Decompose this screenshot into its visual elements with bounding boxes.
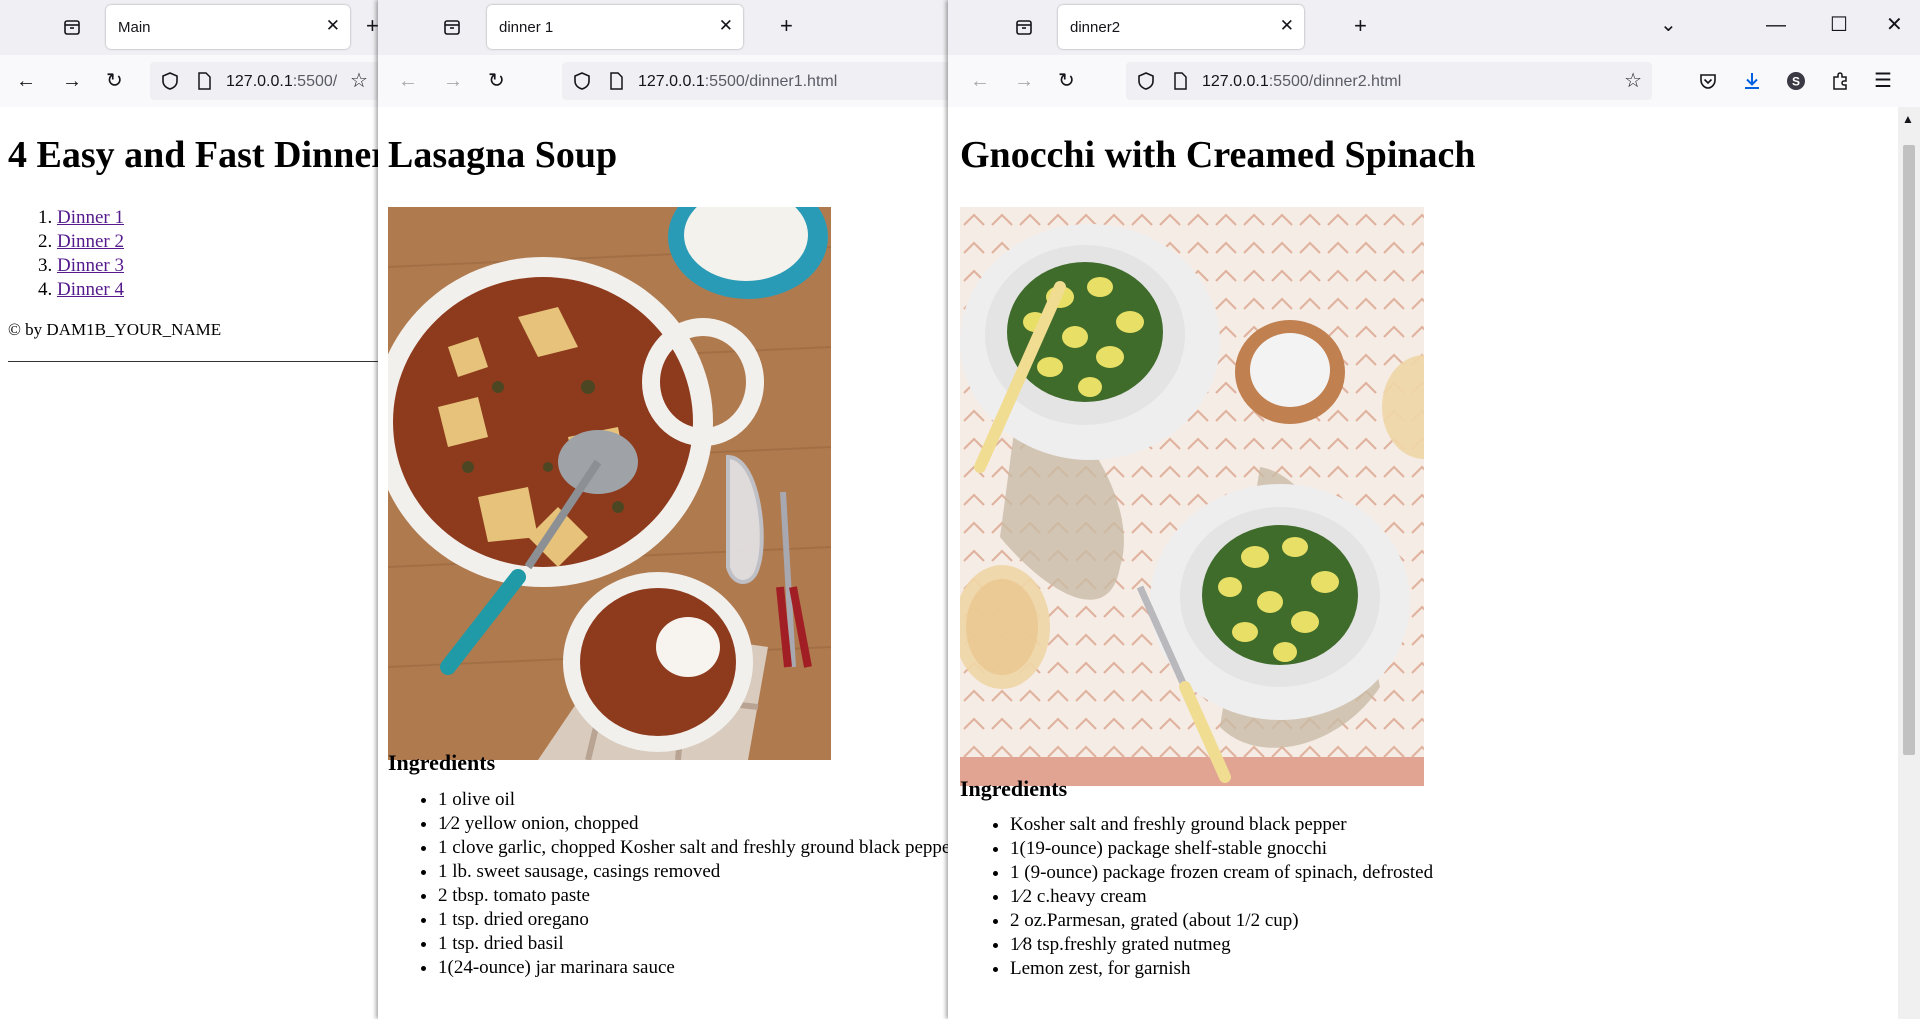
list-item: Dinner 4 <box>57 278 124 302</box>
navigation-toolbar: ← → ↻ 127.0.0.1:5500/ ☆ <box>0 55 380 108</box>
navigation-toolbar: ← → ↻ 127.0.0.1:5500/dinner2.html ☆ S ☰ <box>948 55 1920 108</box>
pocket-icon[interactable] <box>1698 71 1718 91</box>
tab-strip: dinner2 ✕ + ⌄ — ☐ ✕ <box>948 0 1920 55</box>
back-icon[interactable]: ← <box>398 71 418 91</box>
gnocchi-image <box>960 207 1424 786</box>
bookmark-star-icon[interactable]: ☆ <box>350 71 368 91</box>
lasagna-soup-image <box>388 207 831 760</box>
horizontal-rule <box>8 361 380 362</box>
close-tab-icon[interactable]: ✕ <box>326 16 340 36</box>
url-bar[interactable]: 127.0.0.1:5500/dinner1.html <box>562 62 950 100</box>
shield-icon[interactable] <box>160 71 180 91</box>
forward-icon[interactable]: → <box>62 71 82 91</box>
url-text: 127.0.0.1:5500/dinner2.html <box>1202 73 1402 90</box>
page-icon <box>606 71 626 91</box>
dinner-2-link[interactable]: Dinner 2 <box>57 231 124 252</box>
navigation-toolbar: ← → ↻ 127.0.0.1:5500/dinner1.html <box>378 55 950 108</box>
url-text: 127.0.0.1:5500/dinner1.html <box>638 73 838 90</box>
page-icon <box>1170 71 1190 91</box>
forward-icon[interactable]: → <box>443 71 463 91</box>
bookmark-star-icon[interactable]: ☆ <box>1624 71 1642 91</box>
shield-icon[interactable] <box>1136 71 1156 91</box>
reload-icon[interactable]: ↻ <box>1058 71 1075 91</box>
reload-icon[interactable]: ↻ <box>106 71 123 91</box>
list-item: 1 tsp. dried basil <box>438 932 950 956</box>
hamburger-menu-icon[interactable]: ☰ <box>1874 71 1892 91</box>
ingredients-list: 1 olive oil 1⁄2 yellow onion, chopped 1 … <box>398 788 950 980</box>
close-tab-icon[interactable]: ✕ <box>719 16 733 36</box>
footer-copyright: © by DAM1B_YOUR_NAME <box>8 320 222 339</box>
list-item: 1(24-ounce) jar marinara sauce <box>438 956 950 980</box>
url-bar[interactable]: 127.0.0.1:5500/dinner2.html ☆ <box>1126 62 1652 100</box>
new-tab-icon[interactable]: + <box>780 15 793 37</box>
back-icon[interactable]: ← <box>970 71 990 91</box>
tab-title: dinner2 <box>1070 19 1121 36</box>
page-title: Gnocchi with Creamed Spinach <box>960 134 1476 176</box>
scrollbar-thumb[interactable] <box>1903 145 1915 755</box>
tab-title: dinner 1 <box>499 19 554 36</box>
browser-window-dinner1: dinner 1 ✕ + ← → ↻ 127.0.0.1:5500/dinner… <box>378 0 950 1019</box>
svg-text:S: S <box>1792 75 1800 89</box>
tab-main[interactable]: Main ✕ <box>106 5 350 49</box>
list-item: 1 clove garlic, chopped Kosher salt and … <box>438 836 950 860</box>
list-item: 1⁄2 yellow onion, chopped <box>438 812 950 836</box>
dinner-link-list: Dinner 1 Dinner 2 Dinner 3 Dinner 4 <box>18 206 124 302</box>
tab-dinner2[interactable]: dinner2 ✕ <box>1058 5 1304 49</box>
ingredients-heading: Ingredients <box>960 776 1068 801</box>
list-item: 2 oz.Parmesan, grated (about 1/2 cup) <box>1010 909 1433 933</box>
ingredients-heading: Ingredients <box>388 750 496 775</box>
url-bar[interactable]: 127.0.0.1:5500/ <box>150 62 380 100</box>
forward-icon[interactable]: → <box>1014 71 1034 91</box>
reload-icon[interactable]: ↻ <box>488 71 505 91</box>
tab-strip: Main ✕ + <box>0 0 380 55</box>
extensions-icon[interactable] <box>1830 71 1850 91</box>
list-item: 1 lb. sweet sausage, casings removed <box>438 860 950 884</box>
page-title: 4 Easy and Fast Dinners <box>8 134 380 176</box>
url-text: 127.0.0.1:5500/ <box>226 73 338 90</box>
page-title: Lasagna Soup <box>388 134 618 176</box>
close-window-icon[interactable]: ✕ <box>1886 15 1903 35</box>
list-item: 1 olive oil <box>438 788 950 812</box>
maximize-icon[interactable]: ☐ <box>1830 15 1848 35</box>
firefox-view-icon[interactable] <box>1014 17 1034 37</box>
list-item: 1 (9-ounce) package frozen cream of spin… <box>1010 861 1433 885</box>
browser-window-dinner2: dinner2 ✕ + ⌄ — ☐ ✕ ← → ↻ 127.0.0.1:5500… <box>948 0 1920 1019</box>
ingredients-list: Kosher salt and freshly ground black pep… <box>970 813 1433 981</box>
minimize-icon[interactable]: — <box>1766 15 1786 35</box>
list-item: Lemon zest, for garnish <box>1010 957 1433 981</box>
close-tab-icon[interactable]: ✕ <box>1280 16 1294 36</box>
downloads-icon[interactable] <box>1742 71 1762 91</box>
account-avatar-icon[interactable]: S <box>1786 71 1806 91</box>
list-item: Dinner 3 <box>57 254 124 278</box>
list-item: 2 tbsp. tomato paste <box>438 884 950 908</box>
tab-title: Main <box>118 19 151 36</box>
list-item: Dinner 2 <box>57 230 124 254</box>
list-item: 1(19-ounce) package shelf-stable gnocchi <box>1010 837 1433 861</box>
new-tab-icon[interactable]: + <box>366 15 379 37</box>
page-content: 4 Easy and Fast Dinners Dinner 1 Dinner … <box>0 107 380 1019</box>
shield-icon[interactable] <box>572 71 592 91</box>
list-item: Kosher salt and freshly ground black pep… <box>1010 813 1433 837</box>
list-item: 1⁄8 tsp.freshly grated nutmeg <box>1010 933 1433 957</box>
list-item: 1⁄2 c.heavy cream <box>1010 885 1433 909</box>
dinner-1-link[interactable]: Dinner 1 <box>57 207 124 228</box>
dinner-4-link[interactable]: Dinner 4 <box>57 279 124 300</box>
firefox-view-icon[interactable] <box>62 17 82 37</box>
vertical-scrollbar[interactable]: ▲ <box>1898 107 1920 1019</box>
list-item: Dinner 1 <box>57 206 124 230</box>
new-tab-icon[interactable]: + <box>1354 15 1367 37</box>
firefox-view-icon[interactable] <box>442 17 462 37</box>
tab-strip: dinner 1 ✕ + <box>378 0 950 55</box>
list-item: 1 tsp. dried oregano <box>438 908 950 932</box>
scroll-up-arrow-icon[interactable]: ▲ <box>1902 109 1914 129</box>
dinner-3-link[interactable]: Dinner 3 <box>57 255 124 276</box>
page-content: Gnocchi with Creamed Spinach Ingredients… <box>948 107 1898 1019</box>
list-all-tabs-icon[interactable]: ⌄ <box>1660 15 1677 35</box>
page-content: Lasagna Soup Ingredients • 1 olive oil •… <box>378 107 950 1019</box>
back-icon[interactable]: ← <box>16 71 36 91</box>
tab-dinner-1[interactable]: dinner 1 ✕ <box>487 5 743 49</box>
browser-window-main: Main ✕ + ← → ↻ 127.0.0.1:5500/ ☆ 4 Easy … <box>0 0 380 1019</box>
page-icon <box>194 71 214 91</box>
